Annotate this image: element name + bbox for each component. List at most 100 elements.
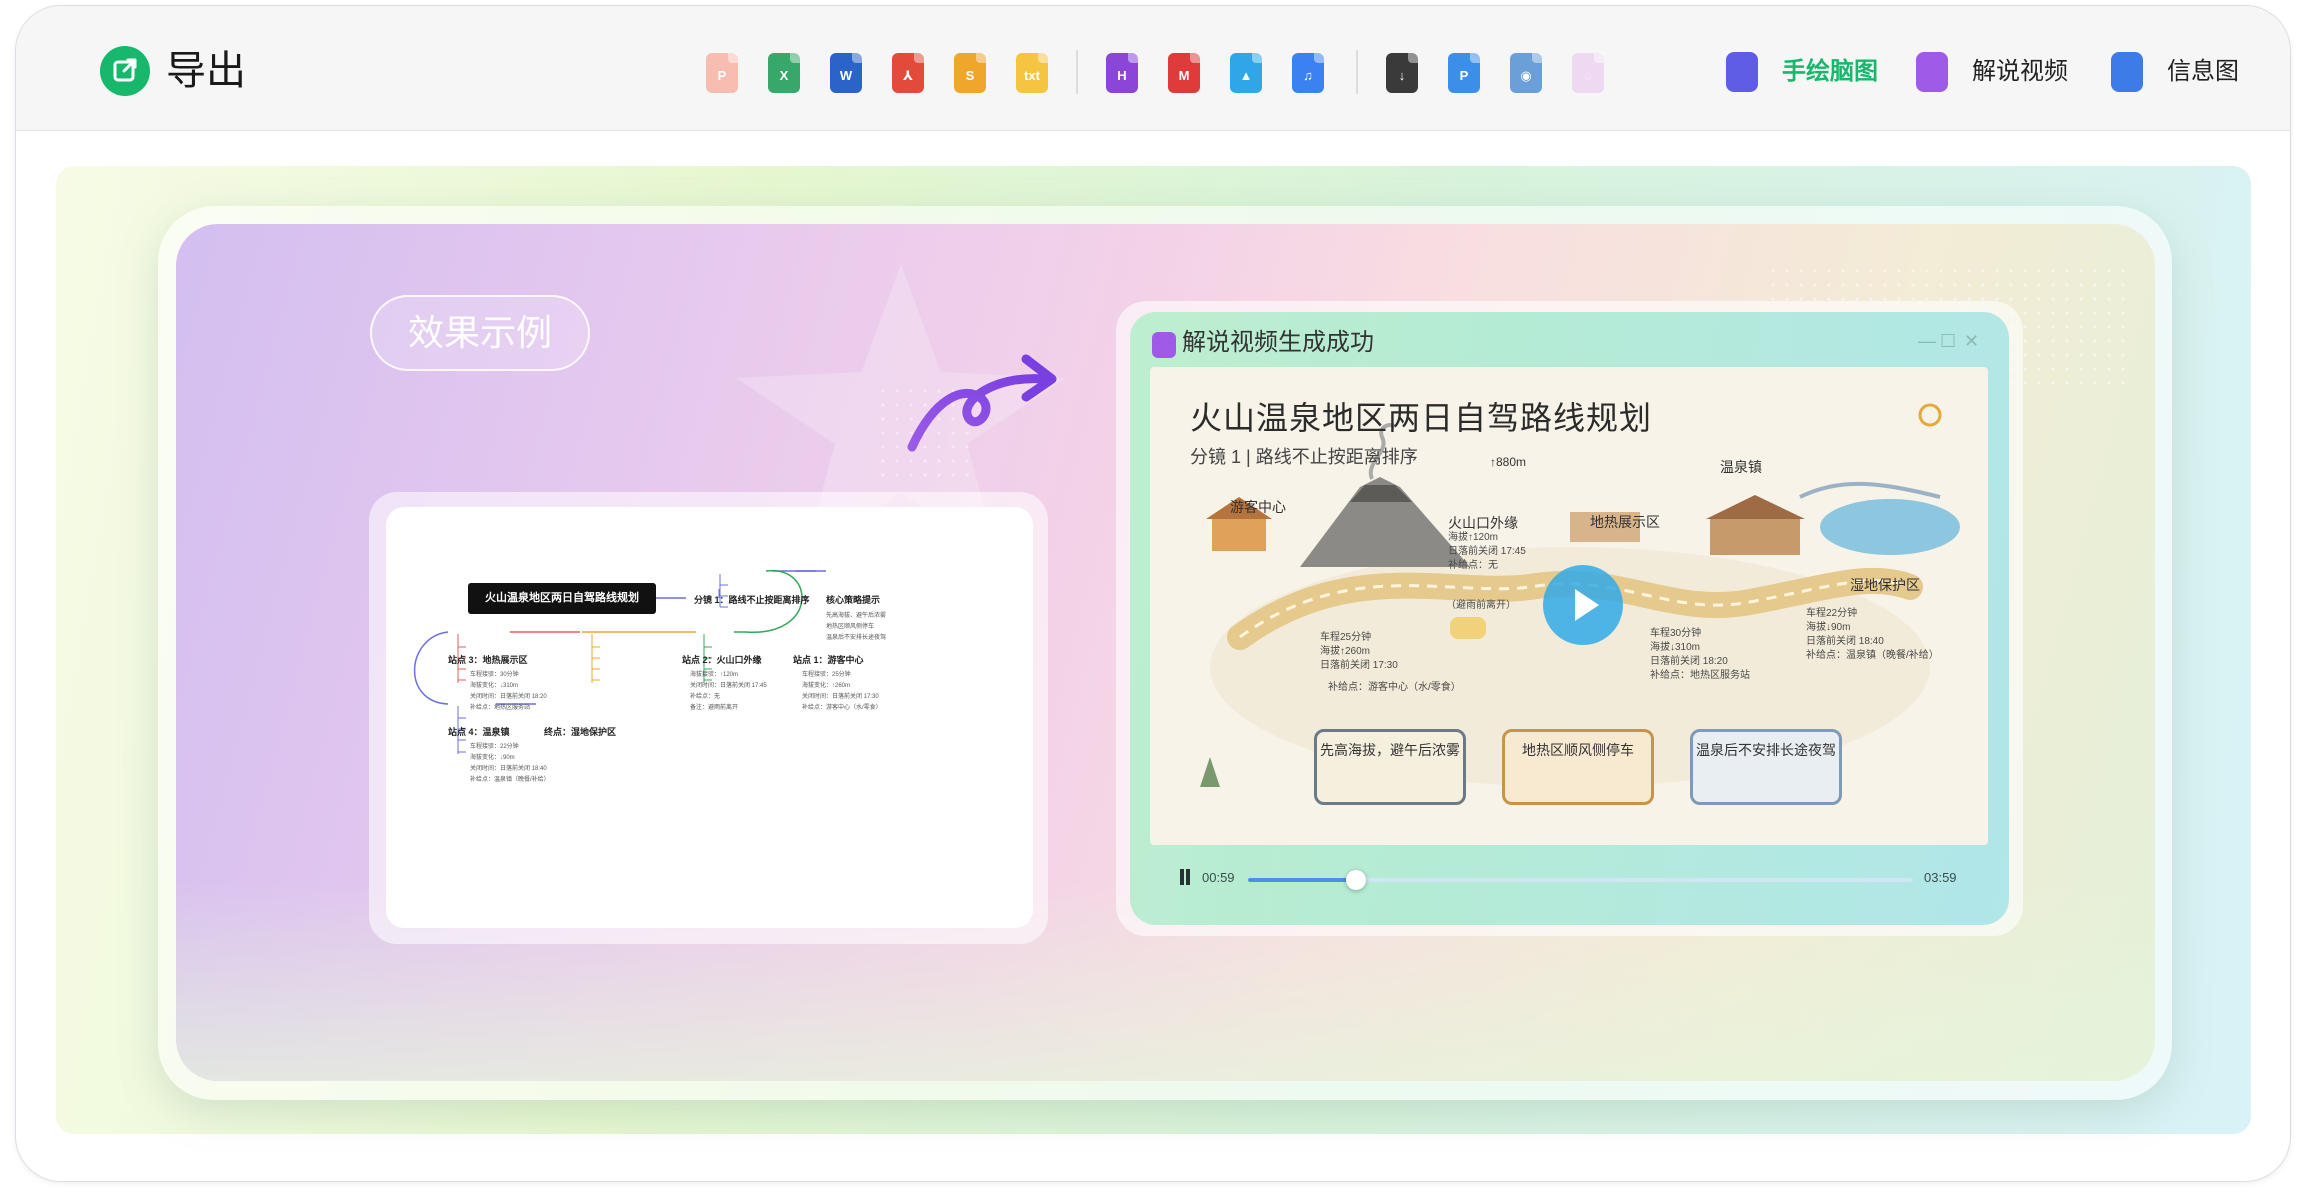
video-panel-title: 解说视频生成成功: [1182, 329, 1374, 356]
format-pdf-icon[interactable]: ⅄: [892, 53, 924, 93]
tool-handdrawn-mindmap[interactable]: 手绘脑图: [1726, 46, 1906, 98]
note-line: 补给点：地热区服务站: [1650, 670, 1750, 681]
note-line: 日落前关闭 17:30: [1320, 660, 1398, 671]
mindmap-node: 站点 1：游客中心: [793, 655, 864, 665]
tool-label: 信息图: [2167, 58, 2239, 85]
note-line: 日落前关闭 18:40: [1806, 636, 1884, 647]
route-note: 车程25分钟 海拔↑260m 日落前关闭 17:30: [1320, 631, 1398, 673]
scene-title: 火山温泉地区两日自驾路线规划: [1190, 400, 1653, 436]
mindmap-leaf: 海拔接驳：↑120m: [690, 672, 739, 678]
progress-bar[interactable]: [1248, 870, 1913, 890]
note-line: 日落前关闭 18:20: [1650, 656, 1728, 667]
note-line: 补给点：温泉镇（晚餐/补给）: [1806, 650, 1939, 661]
infographic-icon: [2111, 52, 2143, 92]
format-word-icon[interactable]: W: [830, 53, 862, 93]
preview-card: 效果示例 火山温泉地区两日自驾路线规划 分镜 1：路线不止按距离排序 核心策略提…: [176, 224, 2155, 1081]
progress-handle[interactable]: [1346, 870, 1367, 890]
mindmap-leaf: 关闭时间：日落前关闭 17:45: [690, 683, 767, 689]
toolbar-divider: [1356, 50, 1358, 94]
format-image-icon[interactable]: ▲: [1230, 53, 1262, 93]
tip-card: 先高海拔，避午后浓雾: [1314, 729, 1466, 805]
note-line: 日落前关闭 17:45: [1448, 546, 1526, 557]
current-time: 00:59: [1202, 870, 1235, 885]
pause-button[interactable]: [1178, 869, 1192, 885]
mindmap-leaf: 车程接驳：25分钟: [802, 672, 851, 678]
mindmap-leaf: 先高海拔、避午后浓雾: [826, 613, 887, 619]
mindmap-node: 站点 2：火山口外缘: [682, 655, 762, 665]
scene-subtitle: 分镜 1 | 路线不止按距离排序: [1190, 447, 1418, 467]
route-note: 补给点：游客中心（水/零食）: [1328, 682, 1461, 693]
note-line: 海拔↑120m: [1448, 532, 1499, 543]
format-faded-icon[interactable]: ◌: [1572, 53, 1604, 93]
close-button[interactable]: ✕: [1964, 330, 1979, 352]
place-wetland-reserve: 湿地保护区: [1850, 577, 1920, 593]
minimize-button[interactable]: —: [1918, 330, 1936, 352]
tip-card: 地热区顺风侧停车: [1502, 729, 1654, 805]
format-audio-icon[interactable]: ♫: [1292, 53, 1324, 93]
arrow-icon: [907, 354, 1057, 452]
note-line: 车程22分钟: [1806, 608, 1858, 619]
mindmap-leaf: 关闭时间：日落前关闭 18:40: [470, 766, 547, 772]
mindmap-leaf: 车程接驳：30分钟: [470, 672, 519, 678]
tool-narrated-video[interactable]: 解说视频: [1916, 46, 2096, 98]
example-badge: 效果示例: [370, 295, 590, 371]
mindmap-node: 核心策略提示: [826, 595, 881, 605]
export-icon: [100, 46, 150, 96]
video-icon: [1916, 52, 1948, 92]
tool-label: 手绘脑图: [1782, 58, 1878, 85]
route-note: （避雨前离开）: [1446, 600, 1516, 611]
format-txt-icon[interactable]: txt: [1016, 53, 1048, 93]
mindmap-preview: 火山温泉地区两日自驾路线规划 分镜 1：路线不止按距离排序 核心策略提示 先高海…: [386, 507, 1033, 928]
mindmap-leaf: 关闭时间：日落前关闭 18:20: [470, 694, 547, 700]
place-visitor-center: 游客中心: [1230, 499, 1286, 515]
format-download-icon[interactable]: ↓: [1386, 53, 1418, 93]
tool-infographic[interactable]: 信息图: [2111, 46, 2251, 98]
route-note: 车程30分钟 海拔↓310m 日落前关闭 18:20 补给点：地热区服务站: [1650, 627, 1750, 683]
top-toolbar: 导出 P X W ⅄ Stxt H M ▲ ♫ ↓ P ◉ ◌ 手绘脑图 解说视频 信息图: [16, 6, 2290, 131]
format-pages-icon[interactable]: S: [954, 53, 986, 93]
mindmap-node: 站点 3：地热展示区: [448, 655, 528, 665]
video-controls: 00:59 03:59: [1150, 852, 1988, 908]
video-frame[interactable]: 火山温泉地区两日自驾路线规划 分镜 1 | 路线不止按距离排序 游客中心 火山口…: [1150, 367, 1988, 845]
format-ppt-icon[interactable]: P: [706, 53, 738, 93]
tip-card: 温泉后不安排长途夜驾: [1690, 729, 1842, 805]
mindmap-leaf: 备注：避雨前离开: [690, 705, 739, 711]
video-panel: 解说视频生成成功 — ☐ ✕ 火山温泉地区两日自驾路线规划 分镜 1 | 路线不…: [1130, 312, 2009, 925]
mindmap-connectors: [413, 570, 826, 754]
maximize-button[interactable]: ☐: [1940, 330, 1956, 352]
note-line: 车程30分钟: [1650, 628, 1702, 639]
route-note: 海拔↑120m 日落前关闭 17:45 补给点：无: [1448, 531, 1526, 573]
mindmap-leaf: 补给点：无: [690, 694, 721, 700]
mindmap-leaf: 补给点：游客中心（水/零食）: [802, 705, 882, 711]
page-title: 导出: [166, 49, 246, 93]
format-excel-icon[interactable]: X: [768, 53, 800, 93]
mindmap-leaf: 地热区顺风侧停车: [826, 624, 875, 630]
note-line: 补给点：无: [1448, 560, 1498, 571]
mindmap-leaf: 补给点：地热区服务站: [470, 705, 531, 711]
format-markdown-icon[interactable]: M: [1168, 53, 1200, 93]
play-button[interactable]: [1543, 565, 1623, 645]
mindmap-node: 站点 4：温泉镇: [448, 727, 510, 737]
altitude-label: ↑880m: [1490, 455, 1527, 469]
place-geothermal-area: 地热展示区: [1590, 514, 1660, 530]
export-window: 导出 P X W ⅄ Stxt H M ▲ ♫ ↓ P ◉ ◌ 手绘脑图 解说视频 信息图 效果示例: [15, 5, 2291, 1182]
format-disc-icon[interactable]: ◉: [1510, 53, 1542, 93]
mindmap-leaf: 温泉后不安排长途夜驾: [826, 635, 887, 641]
mindmap-leaf: 海拔变化：↑260m: [802, 683, 851, 689]
mindmap-root: 火山温泉地区两日自驾路线规划: [468, 583, 656, 614]
place-hot-spring-town: 温泉镇: [1720, 459, 1762, 475]
mindmap-node: 分镜 1：路线不止按距离排序: [694, 595, 810, 605]
tool-label: 解说视频: [1972, 58, 2068, 85]
toolbar-divider: [1076, 50, 1078, 94]
mindmap-icon: [1726, 52, 1758, 92]
format-pdf-blue-icon[interactable]: P: [1448, 53, 1480, 93]
format-html-icon[interactable]: H: [1106, 53, 1138, 93]
note-line: 海拔↓90m: [1806, 622, 1851, 633]
route-note: 车程22分钟 海拔↓90m 日落前关闭 18:40 补给点：温泉镇（晚餐/补给）: [1806, 607, 1939, 663]
video-app-icon: [1152, 332, 1176, 358]
total-time: 03:59: [1924, 870, 1957, 885]
place-crater-rim: 火山口外缘: [1448, 515, 1518, 531]
play-icon: [1575, 589, 1599, 621]
note-line: 车程25分钟: [1320, 632, 1372, 643]
mindmap-leaf: 车程接驳：22分钟: [470, 744, 519, 750]
